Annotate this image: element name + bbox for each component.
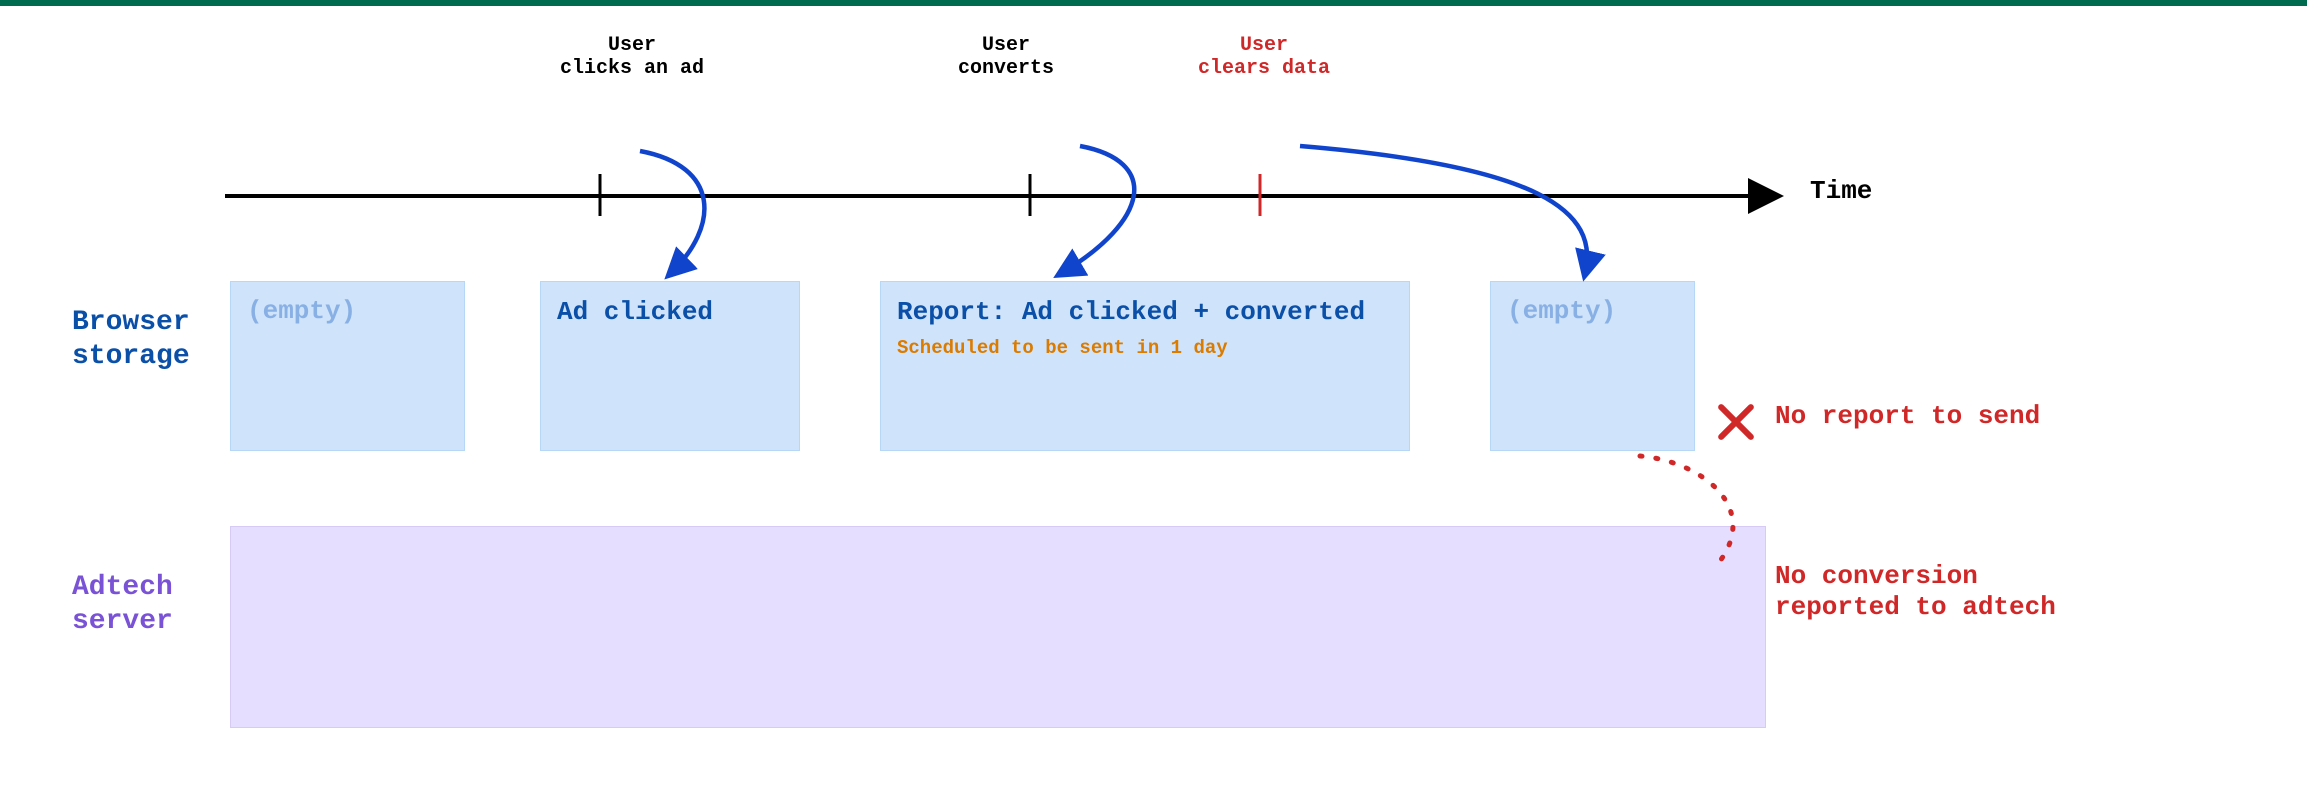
event-user-converts-text: User converts xyxy=(958,34,1054,80)
axis-time-label: Time xyxy=(1810,176,1872,206)
storage-box-empty-2-text: (empty) xyxy=(1507,296,1616,326)
storage-box-report-title: Report: Ad clicked + converted xyxy=(897,296,1393,329)
arrow-click-to-storage xyxy=(640,151,704,274)
storage-box-empty-1-text: (empty) xyxy=(247,296,356,326)
event-user-clicks-ad: User clicks an ad xyxy=(560,34,704,80)
adtech-server-band xyxy=(230,526,1766,728)
storage-box-ad-clicked: Ad clicked xyxy=(540,281,800,451)
layer-label-adtech-server: Adtech server xyxy=(72,571,173,638)
axis-time-label-text: Time xyxy=(1810,176,1872,206)
annotation-no-conversion: No conversion reported to adtech xyxy=(1775,561,2056,623)
storage-box-empty-2: (empty) xyxy=(1490,281,1695,451)
storage-box-empty-1: (empty) xyxy=(230,281,465,451)
cross-icon xyxy=(1714,400,1758,444)
layer-label-adtech-server-text: Adtech server xyxy=(72,572,173,637)
annotation-no-conversion-text: No conversion reported to adtech xyxy=(1775,561,2056,622)
arrow-clear-to-storage xyxy=(1300,146,1587,274)
event-user-clicks-ad-text: User clicks an ad xyxy=(560,34,704,80)
event-user-clears-data-text: User clears data xyxy=(1198,34,1330,80)
annotation-no-report-text: No report to send xyxy=(1775,401,2040,431)
layer-label-browser-storage-text: Browser storage xyxy=(72,307,190,372)
annotation-no-report: No report to send xyxy=(1775,401,2040,432)
event-user-converts: User converts xyxy=(958,34,1054,80)
storage-box-report: Report: Ad clicked + converted Scheduled… xyxy=(880,281,1410,451)
storage-box-report-schedule: Scheduled to be sent in 1 day xyxy=(897,337,1393,359)
event-user-clears-data: User clears data xyxy=(1198,34,1330,80)
layer-label-browser-storage: Browser storage xyxy=(72,306,190,373)
arrow-convert-to-storage xyxy=(1060,146,1134,274)
diagram-stage: User clicks an ad User converts User cle… xyxy=(0,6,2307,807)
storage-box-ad-clicked-text: Ad clicked xyxy=(557,296,783,329)
